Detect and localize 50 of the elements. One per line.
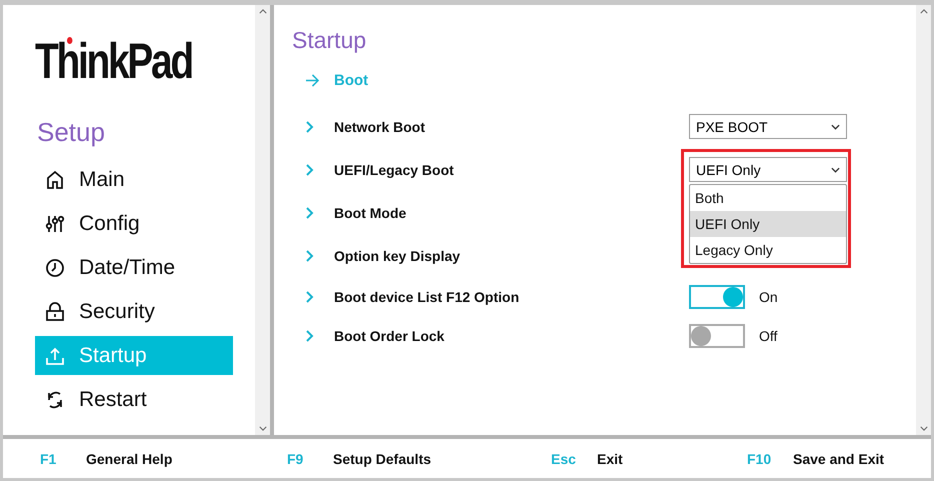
toggle-switch[interactable] <box>689 324 745 348</box>
chevron-right-icon <box>306 164 314 176</box>
switch-state: Off <box>759 328 778 344</box>
dropdown[interactable]: PXE BOOT <box>689 114 847 139</box>
dropdown[interactable]: UEFI Only <box>689 157 847 182</box>
shortcut-key: F9 <box>287 450 333 466</box>
arrow-right-icon <box>305 74 320 86</box>
switch-state: On <box>759 288 778 304</box>
chevron-right-icon <box>306 120 314 132</box>
setting-label[interactable]: Network Boot <box>334 118 689 134</box>
toggle-switch[interactable] <box>689 284 745 308</box>
caret-icon <box>831 124 840 130</box>
lock-icon <box>45 302 65 322</box>
scroll-up-icon[interactable] <box>258 9 266 14</box>
shortcut-label[interactable]: General Help <box>86 450 172 466</box>
chevron-right-icon <box>306 250 314 262</box>
upload-icon <box>45 346 65 366</box>
shortcut-key: F1 <box>40 450 86 466</box>
setting-label[interactable]: Boot Mode <box>334 204 689 220</box>
chevron-right-icon <box>306 330 314 342</box>
setting-label[interactable]: Boot device List F12 Option <box>334 288 689 304</box>
setting-label[interactable]: UEFI/Legacy Boot <box>334 162 689 178</box>
shortcut-label[interactable]: Save and Exit <box>793 450 884 466</box>
home-icon <box>45 170 65 190</box>
clock-icon <box>45 258 65 278</box>
dropdown-option[interactable]: UEFI Only <box>690 211 846 237</box>
scroll-down-icon[interactable] <box>258 426 266 431</box>
chevron-right-icon <box>306 290 314 302</box>
sidebar-item[interactable]: Date/Time <box>35 248 233 287</box>
chevron-right-icon <box>306 206 314 218</box>
shortcut-key: F10 <box>747 450 793 466</box>
sidebar-item[interactable]: Security <box>35 292 233 331</box>
dropdown-option[interactable]: Legacy Only <box>690 237 846 263</box>
shortcut-label[interactable]: Exit <box>597 450 623 466</box>
scroll-up-icon[interactable] <box>920 9 928 14</box>
page-title: Startup <box>292 27 368 54</box>
setting-label[interactable]: Option key Display <box>334 248 689 264</box>
sliders-icon <box>45 214 65 234</box>
sidebar-item[interactable]: Restart <box>35 380 233 419</box>
shortcut-key: Esc <box>551 450 597 466</box>
refresh-icon <box>45 390 65 410</box>
sidebar-title: Setup <box>37 117 106 148</box>
sidebar-item[interactable]: Config <box>35 204 233 243</box>
shortcut-label[interactable]: Setup Defaults <box>333 450 432 466</box>
sidebar-item[interactable]: Main <box>35 160 233 199</box>
logo: ThinkPad <box>35 33 192 89</box>
scroll-down-icon[interactable] <box>920 426 928 431</box>
dropdown-option[interactable]: Both <box>690 185 846 211</box>
setting-label[interactable]: Boot Order Lock <box>334 328 689 344</box>
caret-icon <box>831 166 840 172</box>
